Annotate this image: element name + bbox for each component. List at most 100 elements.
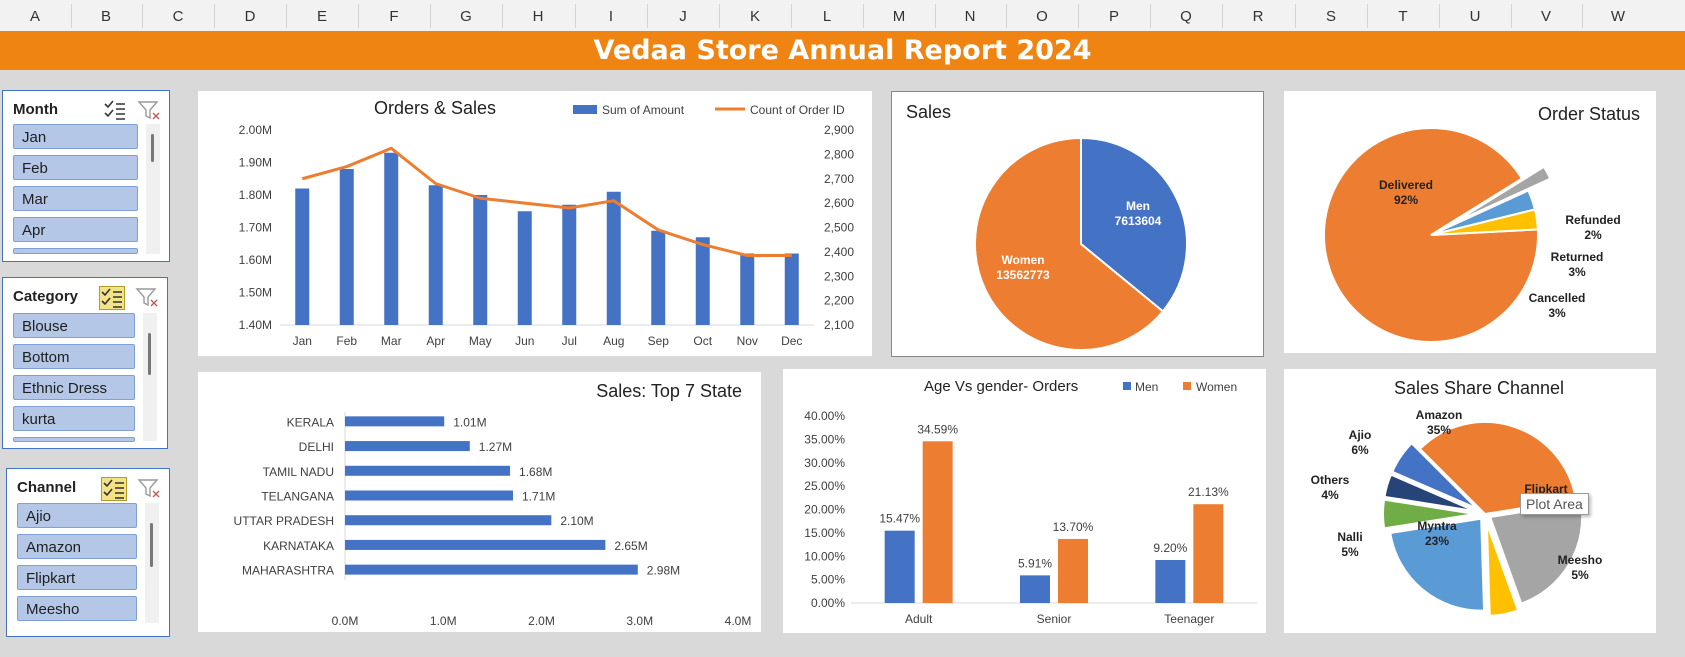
left-tick-label: 1.60M	[239, 253, 272, 267]
column-header[interactable]: W	[1611, 8, 1625, 25]
order-status-chart[interactable]: Order Status Delivered 92% Refunded 2% Return…	[1284, 91, 1656, 353]
right-tick-label: 2,400	[824, 245, 854, 259]
slicer-item[interactable]: Mar	[13, 186, 138, 211]
x-tick-label: 0.0M	[332, 614, 359, 628]
top-states-chart[interactable]: Sales: Top 7 State KERALA 1.01M DELHI 1.27M T…	[198, 372, 761, 632]
column-header[interactable]: E	[317, 8, 327, 25]
data-label: 9.20%	[1153, 541, 1187, 555]
clear-filter-icon[interactable]	[135, 286, 159, 308]
chart-title: Age Vs gender- Orders	[924, 378, 1078, 395]
sales-gender-chart[interactable]: Sales Men 7613604 Women 13562773	[891, 91, 1264, 357]
data-label: 1.01M	[453, 415, 486, 429]
column-header[interactable]: N	[965, 8, 976, 25]
scrollbar-thumb[interactable]	[148, 333, 151, 375]
slicer-item[interactable]: Jan	[13, 124, 138, 149]
slicer-item[interactable]: Flipkart	[17, 565, 137, 590]
column-header[interactable]: B	[101, 8, 111, 25]
column-separator	[1078, 4, 1079, 28]
bar	[473, 195, 488, 325]
column-header[interactable]: V	[1541, 8, 1551, 25]
slicer-item[interactable]: kurta	[13, 406, 135, 431]
age-gender-chart[interactable]: Age Vs gender- Orders Men Women 40.00% 35.00…	[783, 369, 1266, 633]
clear-filter-icon[interactable]	[137, 477, 161, 499]
column-header[interactable]: O	[1036, 8, 1048, 25]
x-tick-label: Dec	[781, 334, 802, 348]
x-tick-label: Feb	[336, 334, 357, 348]
data-label: Returned	[1551, 250, 1604, 264]
multi-select-icon[interactable]	[103, 99, 127, 121]
data-label: 2.65M	[614, 539, 647, 553]
multi-select-icon[interactable]	[99, 286, 125, 310]
slicer-item[interactable]: Bottom	[13, 344, 135, 369]
chart-title: Sales	[906, 102, 951, 122]
data-label: 34.59%	[917, 422, 958, 436]
column-header[interactable]: S	[1326, 8, 1336, 25]
scrollbar-thumb[interactable]	[150, 523, 153, 567]
multi-select-icon[interactable]	[101, 477, 127, 501]
slicer-item[interactable]: Ajio	[17, 503, 137, 528]
column-header[interactable]: P	[1109, 8, 1119, 25]
x-tick-label: 3.0M	[626, 614, 653, 628]
slicer-item[interactable]: Feb	[13, 155, 138, 180]
slicer-item[interactable]: Meesho	[17, 596, 137, 621]
column-header[interactable]: T	[1398, 8, 1407, 25]
x-tick-label: Jan	[293, 334, 312, 348]
column-header[interactable]: J	[679, 8, 687, 25]
column-header[interactable]: M	[893, 8, 906, 25]
x-tick-label: Nov	[737, 334, 758, 348]
column-separator	[863, 4, 864, 28]
plot-area-tooltip: Plot Area	[1520, 493, 1589, 515]
channel-slicer[interactable]: Channel Ajio Amazon Flipkart Meesho	[6, 468, 170, 637]
column-header[interactable]: Q	[1180, 8, 1192, 25]
x-tick-label: Oct	[693, 334, 712, 348]
orders-sales-chart[interactable]: Orders & Sales Sum of Amount Count of Orde…	[198, 91, 872, 356]
bar	[345, 490, 514, 501]
data-label: Meesho	[1558, 553, 1603, 567]
slicer-scrollbar[interactable]	[146, 124, 160, 254]
slicer-item-partial[interactable]	[13, 248, 138, 254]
column-separator	[791, 4, 792, 28]
slicer-item[interactable]: Ethnic Dress	[13, 375, 135, 400]
column-header[interactable]: U	[1470, 8, 1481, 25]
column-header[interactable]: D	[245, 8, 256, 25]
column-header[interactable]: F	[389, 8, 398, 25]
slicer-item[interactable]: Apr	[13, 217, 138, 242]
slicer-item[interactable]: Amazon	[17, 534, 137, 559]
x-tick-label: Teenager	[1164, 612, 1214, 626]
bar	[517, 211, 532, 325]
column-header[interactable]: H	[533, 8, 544, 25]
column-separator	[1150, 4, 1151, 28]
column-header[interactable]: A	[30, 8, 40, 25]
column-header[interactable]: K	[750, 8, 760, 25]
column-header[interactable]: R	[1253, 8, 1264, 25]
column-header[interactable]: G	[460, 8, 472, 25]
y-tick-label: 40.00%	[804, 409, 845, 423]
bar	[345, 515, 552, 526]
column-header[interactable]: C	[173, 8, 184, 25]
slicer-scrollbar[interactable]	[143, 313, 157, 441]
chart-title: Sales: Top 7 State	[596, 381, 742, 401]
clear-filter-icon[interactable]	[137, 99, 161, 121]
month-slicer[interactable]: Month Jan Feb Mar Apr	[2, 90, 170, 262]
bar	[1193, 504, 1224, 603]
column-separator	[214, 4, 215, 28]
column-header[interactable]: I	[609, 8, 613, 25]
column-separator	[70, 4, 72, 28]
left-tick-label: 2.00M	[239, 123, 272, 137]
report-title-bar: Vedaa Store Annual Report 2024	[0, 31, 1685, 70]
slicer-item-partial[interactable]	[13, 437, 135, 442]
right-tick-label: 2,300	[824, 269, 854, 283]
category-slicer[interactable]: Category Blouse Bottom Ethnic Dress kurt…	[2, 277, 168, 449]
data-label: 15.47%	[879, 512, 920, 526]
column-separator	[1006, 4, 1007, 28]
column-separator	[1510, 4, 1512, 28]
chart-title: Orders & Sales	[374, 98, 496, 118]
slicer-scrollbar[interactable]	[145, 503, 159, 623]
sales-channel-chart[interactable]: Sales Share ChannelAmazon35%Flipkart22%M…	[1284, 369, 1656, 633]
column-header[interactable]: L	[823, 8, 831, 25]
slicer-item[interactable]: Blouse	[13, 313, 135, 338]
data-label: 23%	[1425, 534, 1449, 548]
scrollbar-thumb[interactable]	[151, 134, 154, 162]
bar	[345, 564, 638, 575]
data-label: Myntra	[1417, 519, 1457, 533]
